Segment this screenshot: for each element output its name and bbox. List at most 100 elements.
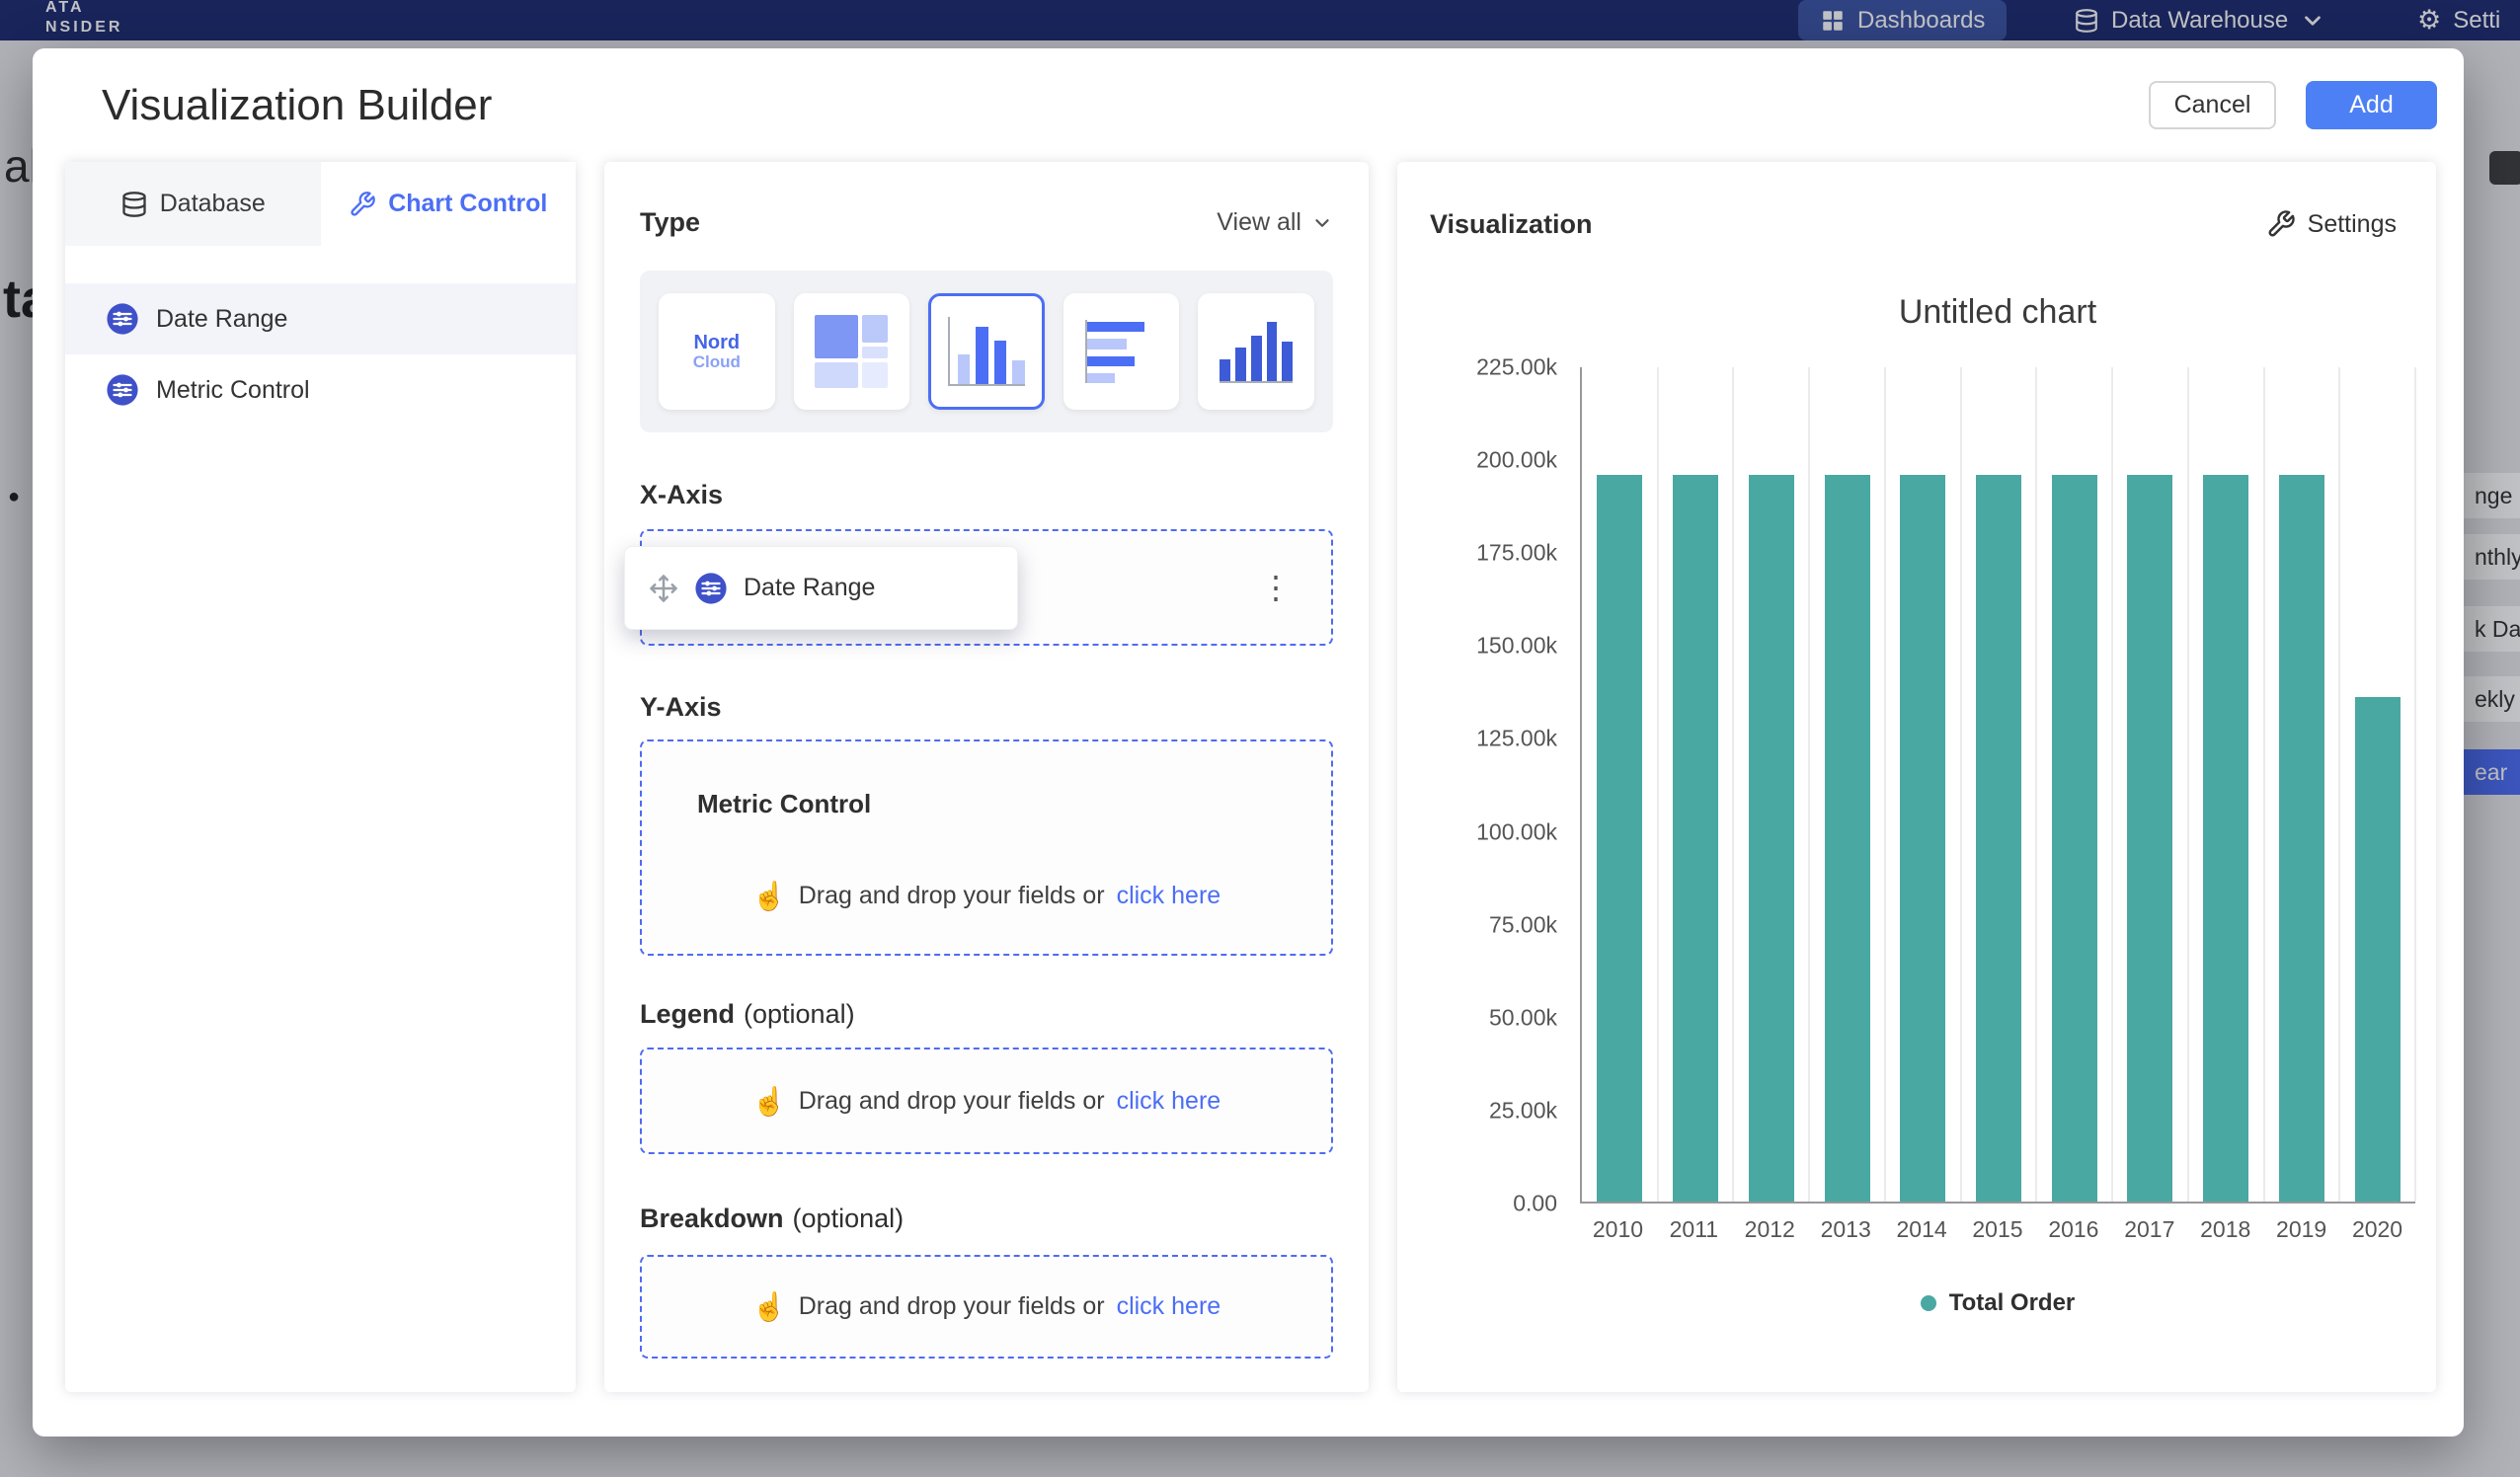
tab-chart-control[interactable]: Chart Control (321, 162, 577, 246)
y-axis-group-title: Metric Control (697, 789, 871, 819)
y-tick-label: 175.00k (1476, 540, 1557, 567)
chart-type-treemap[interactable] (794, 293, 910, 410)
vertical-gridline (1960, 367, 1962, 1202)
move-icon (649, 574, 678, 603)
tools-icon (349, 191, 376, 218)
vertical-gridline (1884, 367, 1886, 1202)
vertical-gridline (2263, 367, 2265, 1202)
breakdown-heading-text: Breakdown (640, 1202, 784, 1235)
breakdown-heading: Breakdown (optional) (640, 1202, 1333, 1235)
bar-2011 (1673, 475, 1718, 1202)
vertical-gridline (2111, 367, 2113, 1202)
field-item-label: Date Range (156, 305, 287, 334)
y-axis-heading: Y-Axis (640, 690, 1333, 724)
word-cloud-word: Cloud (693, 353, 741, 371)
y-tick-label: 150.00k (1476, 633, 1557, 660)
chart-plot-area (1580, 367, 2415, 1204)
legend-heading-text: Legend (640, 997, 735, 1031)
type-heading: Type (640, 207, 700, 238)
modal-title: Visualization Builder (102, 81, 492, 130)
chart-type-horizontal-bar[interactable] (1063, 293, 1180, 410)
dragged-chip-label: Date Range (744, 574, 875, 602)
tab-chart-control-label: Chart Control (388, 190, 547, 218)
breakdown-dropzone[interactable]: ☝ Drag and drop your fields or click her… (640, 1255, 1333, 1359)
x-tick-label: 2018 (2187, 1216, 2263, 1243)
click-here-link[interactable]: click here (1117, 882, 1221, 910)
tab-database-label: Database (160, 190, 266, 218)
x-tick-label: 2015 (1960, 1216, 2036, 1243)
drop-hint-text: Drag and drop your fields or (799, 1087, 1105, 1116)
bar-2014 (1900, 475, 1945, 1202)
legend-series-label: Total Order (1949, 1289, 2076, 1317)
kebab-menu-icon[interactable]: ⋮ (1260, 569, 1292, 606)
vertical-gridline (1808, 367, 1810, 1202)
bar-2020 (2355, 697, 2401, 1202)
builder-panel: Type View all Nord Cloud (604, 162, 1369, 1392)
field-item-metric-control[interactable]: Metric Control (65, 354, 576, 426)
vertical-gridline (1732, 367, 1734, 1202)
y-tick-label: 25.00k (1489, 1097, 1557, 1124)
y-tick-label: 125.00k (1476, 726, 1557, 752)
vertical-gridline (2187, 367, 2189, 1202)
breakdown-optional-text: (optional) (793, 1202, 905, 1235)
x-axis-heading-text: X-Axis (640, 478, 723, 511)
cancel-button[interactable]: Cancel (2149, 81, 2276, 129)
control-sliders-icon (106, 302, 139, 336)
x-tick-label: 2012 (1732, 1216, 1808, 1243)
vertical-gridline (1657, 367, 1659, 1202)
bar-2017 (2127, 475, 2172, 1202)
database-icon (120, 191, 148, 218)
view-all-dropdown[interactable]: View all (1217, 208, 1333, 237)
legend-color-dot (1921, 1295, 1936, 1311)
x-tick-label: 2011 (1656, 1216, 1732, 1243)
control-sliders-icon (694, 572, 728, 605)
legend-optional-text: (optional) (744, 997, 855, 1031)
dragged-field-chip-date-range[interactable]: Date Range (624, 546, 1018, 630)
y-tick-label: 75.00k (1489, 911, 1557, 938)
y-tick-label: 225.00k (1476, 354, 1557, 381)
y-tick-label: 0.00 (1513, 1191, 1557, 1217)
fields-panel-tabs: Database Chart Control (65, 162, 576, 246)
chart-type-word-cloud[interactable]: Nord Cloud (659, 293, 775, 410)
x-tick-label: 2014 (1884, 1216, 1960, 1243)
y-axis-dropzone[interactable]: Metric Control ☝ Drag and drop your fiel… (640, 739, 1333, 956)
y-tick-label: 100.00k (1476, 818, 1557, 845)
control-fields-list: Date Range Metric Control (65, 283, 576, 426)
bar-2016 (2052, 475, 2097, 1202)
drop-hint-text: Drag and drop your fields or (799, 1292, 1105, 1321)
chart-type-column-chart[interactable] (1198, 293, 1314, 410)
drop-hint-text: Drag and drop your fields or (799, 882, 1105, 910)
horizontal-bar-chart-icon (1085, 320, 1158, 383)
bar-2019 (2279, 475, 2324, 1202)
x-axis-heading: X-Axis (640, 478, 1333, 511)
x-tick-label: 2010 (1580, 1216, 1656, 1243)
bar-2015 (1976, 475, 2021, 1202)
tab-database[interactable]: Database (65, 162, 321, 246)
y-axis-tick-labels: 0.0025.00k50.00k75.00k100.00k125.00k150.… (1397, 367, 1557, 1204)
fields-panel: Database Chart Control Date Range (65, 162, 576, 1392)
x-tick-label: 2019 (2263, 1216, 2339, 1243)
vertical-gridline (2035, 367, 2037, 1202)
visualization-heading: Visualization (1430, 209, 1593, 240)
chart-legend: Total Order (1580, 1289, 2415, 1317)
drag-hand-icon: ☝ (752, 880, 787, 912)
bar-2013 (1825, 475, 1870, 1202)
x-tick-label: 2017 (2111, 1216, 2187, 1243)
chart-type-bar-chart-selected[interactable] (928, 293, 1045, 410)
y-tick-label: 200.00k (1476, 447, 1557, 474)
y-axis-heading-text: Y-Axis (640, 690, 722, 724)
view-all-label: View all (1217, 208, 1301, 237)
bar-2010 (1597, 475, 1642, 1202)
legend-dropzone[interactable]: ☝ Drag and drop your fields or click her… (640, 1048, 1333, 1154)
bar-2012 (1749, 475, 1794, 1202)
word-cloud-word: Nord (693, 333, 740, 353)
click-here-link[interactable]: click here (1117, 1087, 1221, 1116)
settings-button[interactable]: Settings (2266, 209, 2397, 239)
click-here-link[interactable]: click here (1117, 1292, 1221, 1321)
add-button[interactable]: Add (2306, 81, 2437, 129)
x-axis-tick-labels: 2010201120122013201420152016201720182019… (1580, 1216, 2415, 1246)
settings-label: Settings (2308, 210, 2397, 239)
field-item-date-range[interactable]: Date Range (65, 283, 576, 354)
x-tick-label: 2020 (2339, 1216, 2415, 1243)
vertical-gridline (2414, 367, 2416, 1202)
